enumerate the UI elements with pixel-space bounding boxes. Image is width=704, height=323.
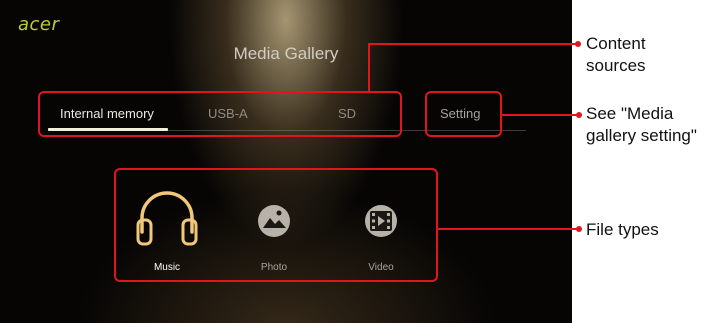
callout-connector bbox=[368, 43, 370, 92]
callout-line-setting bbox=[502, 114, 578, 116]
file-types-highlight bbox=[114, 168, 438, 282]
callout-file-types: File types bbox=[586, 220, 659, 239]
callout-line-content-sources bbox=[368, 43, 577, 45]
callout-dot bbox=[576, 112, 582, 118]
projector-screen: acer Media Gallery Internal memory USB-A… bbox=[0, 0, 572, 323]
content-sources-highlight bbox=[38, 91, 402, 137]
acer-logo: acer bbox=[18, 14, 60, 35]
page-title: Media Gallery bbox=[233, 44, 339, 63]
setting-highlight bbox=[425, 91, 502, 137]
callout-dot bbox=[575, 41, 581, 47]
callout-media-gallery-setting: See "Media gallery setting" bbox=[586, 104, 697, 145]
callout-line-file-types bbox=[438, 228, 578, 230]
callout-dot bbox=[576, 226, 582, 232]
callout-content-sources: Content sources bbox=[586, 34, 646, 75]
